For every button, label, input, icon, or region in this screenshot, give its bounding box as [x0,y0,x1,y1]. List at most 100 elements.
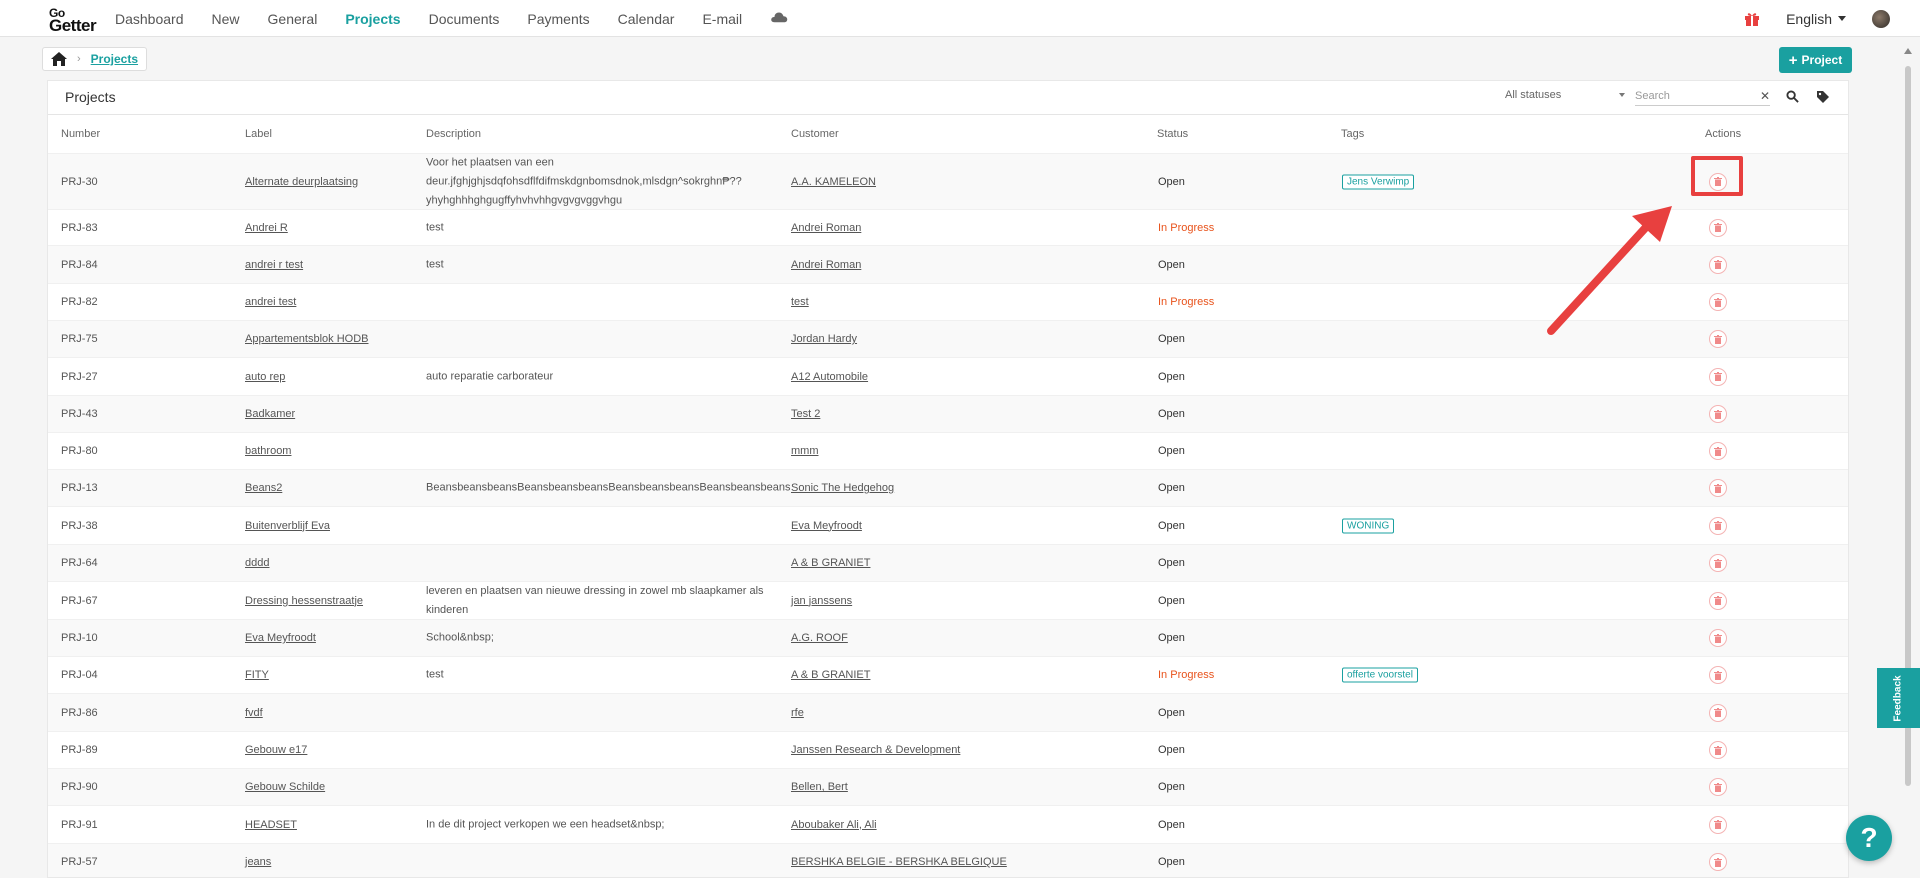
cell-customer-link[interactable]: A.G. ROOF [791,632,848,644]
cell-customer-link[interactable]: A12 Automobile [791,371,868,383]
header-description[interactable]: Description [426,128,481,140]
cell-customer-link[interactable]: mmm [791,445,819,457]
cell-label-link[interactable]: Eva Meyfroodt [245,632,316,644]
nav-payments[interactable]: Payments [527,11,589,27]
nav-calendar[interactable]: Calendar [618,11,675,27]
cell-label-link[interactable]: andrei test [245,296,296,308]
cloud-icon[interactable] [770,11,788,23]
table-row[interactable]: PRJ-89 Gebouw e17 Janssen Research & Devel… [48,731,1848,768]
table-row[interactable]: PRJ-86 fvdf rfe Open [48,693,1848,731]
cell-customer-link[interactable]: Bellen, Bert [791,781,848,793]
language-selector[interactable]: English [1786,11,1846,27]
cell-label-link[interactable]: Andrei R [245,222,288,234]
cell-customer-link[interactable]: Jordan Hardy [791,333,857,345]
table-row[interactable]: PRJ-38 Buitenverblijf Eva Eva Meyfroodt Ope… [48,506,1848,544]
tag-chip[interactable]: Jens Verwimp [1342,174,1415,189]
status-filter-select[interactable]: All statuses [1505,89,1625,101]
cell-label-link[interactable]: jeans [245,856,271,868]
delete-button[interactable] [1709,554,1727,572]
delete-button[interactable] [1709,741,1727,759]
cell-customer-link[interactable]: test [791,296,809,308]
clear-search-icon[interactable]: ✕ [1760,89,1770,103]
cell-label-link[interactable]: bathroom [245,445,291,457]
cell-label-link[interactable]: fvdf [245,707,263,719]
tag-icon[interactable] [1816,90,1830,104]
nav-email[interactable]: E-mail [702,11,742,27]
user-avatar[interactable] [1872,9,1890,28]
breadcrumb-projects[interactable]: Projects [91,52,138,66]
cell-customer-link[interactable]: rfe [791,707,804,719]
delete-button[interactable] [1709,778,1727,796]
cell-customer-link[interactable]: Eva Meyfroodt [791,520,862,532]
table-row[interactable]: PRJ-13 Beans2 BeansbeansbeansBeansbeansbea… [48,469,1848,506]
cell-customer-link[interactable]: jan janssens [791,595,852,607]
table-row[interactable]: PRJ-04 FITY test A & B GRANIET In Progress of… [48,656,1848,693]
cell-customer-link[interactable]: Andrei Roman [791,222,861,234]
cell-label-link[interactable]: dddd [245,557,269,569]
cell-label-link[interactable]: Alternate deurplaatsing [245,176,358,188]
cell-label-link[interactable]: Badkamer [245,408,295,420]
nav-documents[interactable]: Documents [429,11,500,27]
header-tags[interactable]: Tags [1341,128,1364,140]
add-project-button[interactable]: + Project [1779,47,1852,73]
nav-general[interactable]: General [268,11,318,27]
tag-chip[interactable]: WONING [1342,518,1395,533]
table-row[interactable]: PRJ-10 Eva Meyfroodt School&nbsp; A.G. ROOF… [48,619,1848,656]
delete-button[interactable] [1709,853,1727,871]
header-number[interactable]: Number [61,128,100,140]
delete-button[interactable] [1709,255,1727,274]
delete-button[interactable] [1709,218,1727,237]
table-row[interactable]: PRJ-84 andrei r test test Andrei Roman Open [48,245,1848,283]
table-row[interactable]: PRJ-64 dddd A & B GRANIET Open [48,544,1848,581]
cell-label-link[interactable]: FITY [245,669,269,681]
table-row[interactable]: PRJ-91 HEADSET In de dit project verkopen … [48,805,1848,843]
table-row[interactable]: PRJ-57 jeans BERSHKA BELGIE - BERSHKA BELG… [48,843,1848,877]
cell-customer-link[interactable]: BERSHKA BELGIE - BERSHKA BELGIQUE [791,856,1007,868]
cell-customer-link[interactable]: Sonic The Hedgehog [791,482,894,494]
help-button[interactable]: ? [1846,815,1892,861]
cell-label-link[interactable]: Beans2 [245,482,282,494]
search-input[interactable] [1635,89,1745,102]
header-status[interactable]: Status [1157,128,1188,140]
table-row[interactable]: PRJ-82 andrei test test In Progress [48,283,1848,320]
delete-button[interactable] [1709,516,1727,535]
home-icon[interactable] [51,52,67,66]
delete-button[interactable] [1709,629,1727,647]
cell-customer-link[interactable]: Andrei Roman [791,259,861,271]
cell-label-link[interactable]: andrei r test [245,259,303,271]
table-row[interactable]: PRJ-30 Alternate deurplaatsing Voor het pl… [48,153,1848,209]
cell-label-link[interactable]: Gebouw Schilde [245,781,325,793]
delete-button[interactable] [1709,479,1727,497]
delete-button[interactable] [1709,815,1727,834]
delete-button[interactable] [1709,591,1727,610]
gift-icon[interactable] [1744,11,1760,27]
cell-label-link[interactable]: Appartementsblok HODB [245,333,369,345]
scroll-up-arrow[interactable] [1904,48,1912,54]
table-row[interactable]: PRJ-43 Badkamer Test 2 Open [48,395,1848,432]
delete-button[interactable] [1709,666,1727,684]
feedback-tab[interactable]: Feedback [1877,668,1920,728]
cell-customer-link[interactable]: A & B GRANIET [791,669,870,681]
tag-chip[interactable]: offerte voorstel [1342,667,1418,683]
table-row[interactable]: PRJ-90 Gebouw Schilde Bellen, Bert Open [48,768,1848,805]
cell-label-link[interactable]: Dressing hessenstraatje [245,595,363,607]
cell-label-link[interactable]: HEADSET [245,819,297,831]
cell-label-link[interactable]: Buitenverblijf Eva [245,520,330,532]
delete-button[interactable] [1709,293,1727,311]
search-icon[interactable] [1786,90,1799,103]
header-customer[interactable]: Customer [791,128,839,140]
cell-customer-link[interactable]: A.A. KAMELEON [791,176,876,188]
cell-label-link[interactable]: auto rep [245,371,285,383]
delete-button[interactable] [1709,442,1727,460]
cell-customer-link[interactable]: Aboubaker Ali, Ali [791,819,877,831]
nav-new[interactable]: New [212,11,240,27]
nav-projects[interactable]: Projects [345,11,400,27]
delete-button[interactable] [1709,703,1727,722]
page-scrollbar[interactable] [1902,44,1914,874]
delete-button[interactable] [1709,367,1727,386]
gogetter-logo[interactable]: Go Getter [42,6,102,35]
table-row[interactable]: PRJ-27 auto rep auto reparatie carborateur… [48,357,1848,395]
nav-dashboard[interactable]: Dashboard [115,11,184,27]
cell-customer-link[interactable]: Test 2 [791,408,820,420]
delete-button[interactable] [1709,330,1727,348]
